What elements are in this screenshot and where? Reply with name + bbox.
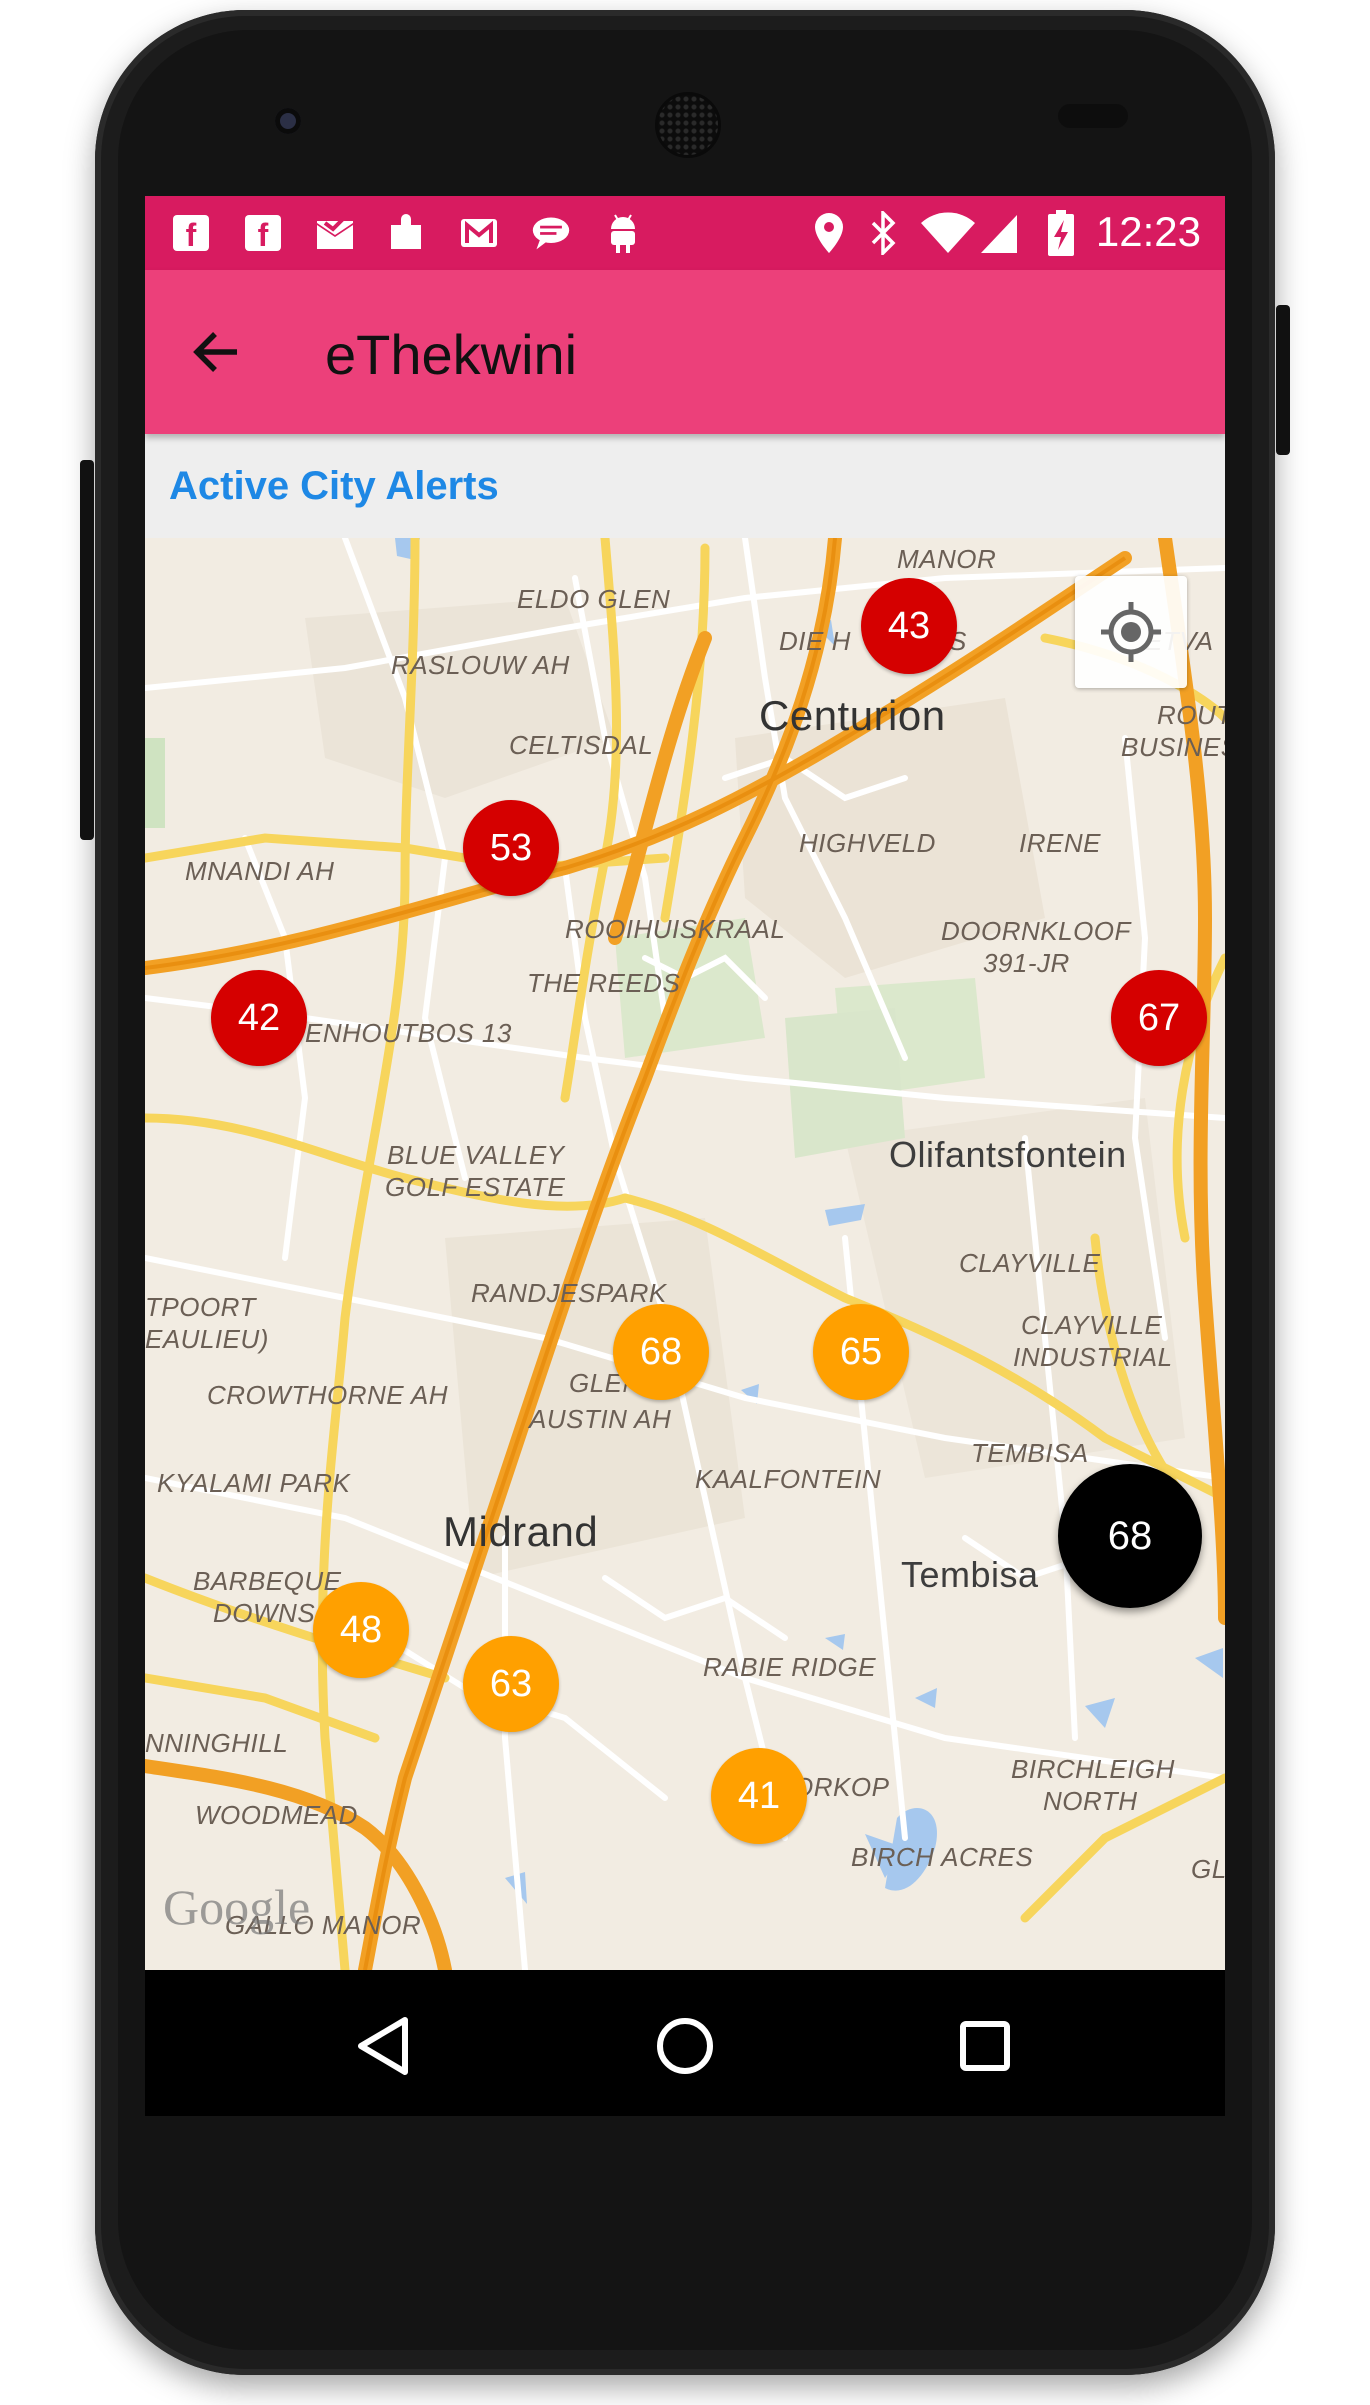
my-location-icon [1101,602,1161,662]
puzzle-icon [387,211,427,255]
clock: 12:23 [1095,208,1201,255]
app-bar: eThekwini [145,270,1225,434]
map-label: CLAYVILLE [959,1248,1101,1278]
earpiece-speaker [655,92,721,158]
location-icon [809,211,849,255]
map-label: WOODMEAD [195,1800,358,1830]
android-icon [603,211,643,255]
section-header-label: Active City Alerts [169,464,499,508]
facebook-icon: f [243,211,283,255]
navigation-bar [145,1970,1225,2116]
volume-button [80,460,94,840]
map-label: TEMBISA [971,1438,1089,1468]
alert-marker[interactable]: 67 [1111,970,1207,1066]
section-header: Active City Alerts [145,434,1225,538]
proximity-sensor [1058,104,1128,128]
map-label: KAALFONTEIN [695,1464,882,1494]
gmail-icon [459,211,499,255]
map-label: CROWTHORNE AH [207,1380,448,1410]
bluetooth-icon [863,211,903,255]
front-camera [275,108,301,134]
alert-marker[interactable]: 65 [813,1304,909,1400]
map-label: BUSINES [1121,732,1225,762]
wifi-icon [917,211,979,255]
page-title: eThekwini [325,323,578,386]
home-circle-icon[interactable] [645,2006,725,2086]
map-label: DOWNS [213,1598,316,1628]
map-label: EAULIEU) [145,1324,269,1354]
map-label: ORKOP [793,1772,890,1802]
google-attribution: Google [163,1879,311,1935]
map-label: NNINGHILL [145,1728,289,1758]
alert-marker[interactable]: 42 [211,970,307,1066]
map-label: Tembisa [901,1554,1039,1595]
map-label: MNANDI AH [185,856,335,886]
screen: f f 12:23 eThekwini Active City Alerts M… [145,196,1225,2116]
count-fab[interactable]: 68 [1058,1464,1202,1608]
map-label: CELTISDAL [509,730,654,760]
map-label: BARBEQUE [193,1566,342,1596]
map-label: BLUE VALLEY [387,1140,565,1170]
map-view[interactable]: MANOR ELDO GLEN DIE H S RASLOUW AH Centu… [145,538,1225,1970]
map-label: ENHOUTBOS 13 [305,1018,512,1048]
map-label: RABIE RIDGE [703,1652,877,1682]
map-label: NORTH [1043,1786,1138,1816]
status-bar: f f 12:23 [145,196,1225,270]
alert-marker[interactable]: 63 [463,1636,559,1732]
back-arrow-icon[interactable] [185,322,255,382]
map-label: BIRCHLEIGH [1011,1754,1175,1784]
alert-marker[interactable]: 48 [313,1582,409,1678]
map-label: RASLOUW AH [391,650,570,680]
map-label: KYALAMI PARK [157,1468,351,1498]
map-label: Midrand [443,1508,599,1555]
map-label: GOLF ESTATE [385,1172,566,1202]
facebook-icon: f [171,211,211,255]
signal-icon [979,211,1019,255]
map-label: ELDO GLEN [517,584,671,614]
map-label: ROOIHUISKRAAL [565,914,786,944]
map-label: GL [1191,1854,1225,1884]
alert-marker[interactable]: 43 [861,578,957,674]
map-label: DIE H [779,626,851,656]
map-label: HIGHVELD [799,828,936,858]
map-label: IRENE [1019,828,1101,858]
map-label: ROUT [1157,700,1225,730]
alert-marker[interactable]: 41 [711,1748,807,1844]
alert-marker[interactable]: 68 [613,1304,709,1400]
map-label: MANOR [897,544,997,574]
back-triangle-icon[interactable] [343,2006,423,2086]
map-label: THE REEDS [527,968,681,998]
map-label: BIRCH ACRES [851,1842,1034,1872]
power-button [1276,305,1290,455]
map-label: Centurion [759,692,946,739]
map-label: RANDJESPARK [471,1278,667,1308]
map-label: INDUSTRIAL [1013,1342,1173,1372]
message-icon [531,211,571,255]
map-label: 391-JR [983,948,1070,978]
map-label: CLAYVILLE [1021,1310,1163,1340]
mail-check-icon [315,211,355,255]
alert-marker[interactable]: 53 [463,800,559,896]
map-label: AUSTIN AH [529,1404,672,1434]
map-label: TPOORT [145,1292,256,1322]
map-label: DOORNKLOOF [941,916,1131,946]
recents-square-icon[interactable] [945,2006,1025,2086]
map-label: Olifantsfontein [889,1134,1127,1175]
my-location-button[interactable] [1075,576,1187,688]
battery-charging-icon [1041,210,1081,256]
